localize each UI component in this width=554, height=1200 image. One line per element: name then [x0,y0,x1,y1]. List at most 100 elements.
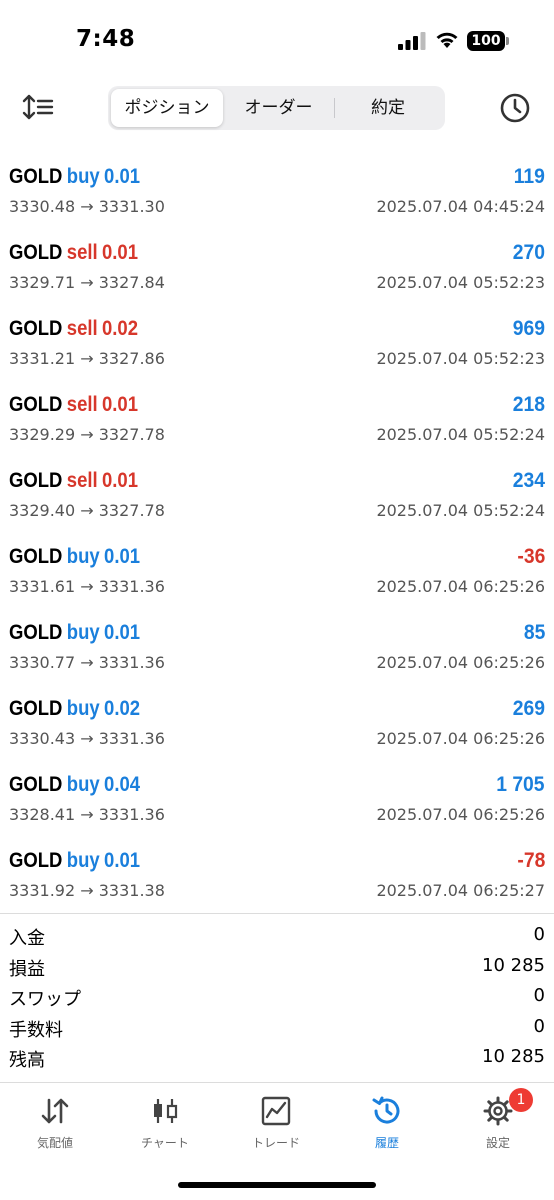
tab-quotes[interactable]: 気配値 [0,1095,110,1159]
deal-row[interactable]: GOLD buy 0.04 1 705 3328.41 → 3331.36 2025.07… [0,748,554,824]
battery-tip [506,37,509,45]
deal-title: GOLD buy 0.01 [9,165,140,189]
deal-symbol: GOLD [9,773,63,796]
summary-value: 0 [533,1015,545,1037]
deal-time: 2025.07.04 06:25:26 [376,577,545,596]
clock-icon[interactable] [498,91,532,125]
deal-prices: 3331.92 → 3331.38 [9,881,165,900]
deal-row[interactable]: GOLD buy 0.01 85 3330.77 → 3331.36 2025.07.04… [0,596,554,672]
deal-time: 2025.07.04 06:25:27 [376,881,545,900]
deal-row[interactable]: GOLD buy 0.01 -36 3331.61 → 3331.36 2025.07.0… [0,520,554,596]
deal-row[interactable]: GOLD sell 0.02 969 3331.21 → 3327.86 2025.07.… [0,292,554,368]
signal-icon [398,32,426,50]
quotes-icon [41,1098,69,1124]
tab-history[interactable]: 履歴 [332,1095,442,1159]
deal-side: sell [66,393,98,416]
deal-side: buy [66,849,100,872]
deal-row[interactable]: GOLD sell 0.01 218 3329.29 → 3327.78 2025.07.… [0,368,554,444]
deal-prices: 3330.48 → 3331.30 [9,197,165,216]
deal-side: buy [66,773,100,796]
summary-row: スワップ 0 [0,975,554,1010]
deal-prices: 3328.41 → 3331.36 [9,805,165,824]
deal-symbol: GOLD [9,621,63,644]
deal-profit: 1 705 [496,773,545,796]
deals-list: GOLD buy 0.01 119 3330.48 → 3331.30 2025.07.0… [0,140,554,900]
deal-row[interactable]: GOLD buy 0.01 119 3330.48 → 3331.30 2025.07.0… [0,140,554,216]
deal-profit: 270 [512,241,545,264]
deal-row[interactable]: GOLD buy 0.02 269 3330.43 → 3331.36 2025.07.0… [0,672,554,748]
deal-symbol: GOLD [9,317,63,340]
deal-side: buy [66,621,100,644]
deal-symbol: GOLD [9,165,63,188]
deal-side: buy [66,545,100,568]
deal-symbol: GOLD [9,469,63,492]
history-icon [372,1096,400,1124]
deal-side: buy [66,165,100,188]
tab-orders[interactable]: オーダー [223,89,334,127]
deal-volume: 0.01 [104,621,141,644]
deal-profit: 969 [512,317,545,340]
deal-profit: 218 [512,393,545,416]
summary-value: 10 285 [482,954,545,976]
deal-side: sell [66,241,98,264]
deal-title: GOLD buy 0.01 [9,545,140,569]
segmented-control: ポジション オーダー 約定 [108,86,445,130]
tab-label-quotes: 気配値 [36,1136,73,1150]
deal-volume: 0.01 [104,545,141,568]
deal-profit: 85 [523,621,545,644]
deal-time: 2025.07.04 05:52:23 [376,349,545,368]
deal-row[interactable]: GOLD sell 0.01 234 3329.40 → 3327.78 2025.07.… [0,444,554,520]
tab-trade[interactable]: トレード [221,1095,331,1159]
deal-row[interactable]: GOLD sell 0.01 270 3329.71 → 3327.84 2025.07.… [0,216,554,292]
deal-volume: 0.01 [104,849,141,872]
notification-badge: 1 [509,1088,533,1112]
deal-profit: -36 [517,545,545,568]
deal-title: GOLD buy 0.02 [9,697,140,721]
deal-title: GOLD buy 0.01 [9,849,140,873]
deal-symbol: GOLD [9,241,63,264]
deal-title: GOLD sell 0.01 [9,393,138,417]
trade-icon [261,1096,291,1126]
home-indicator [178,1182,376,1188]
deal-title: GOLD sell 0.02 [9,317,138,341]
tab-positions[interactable]: ポジション [111,89,223,127]
tab-chart[interactable]: チャート [110,1095,220,1159]
summary-value: 0 [533,985,545,1006]
tab-label-chart: チャート [141,1136,189,1150]
deal-title: GOLD buy 0.01 [9,621,140,645]
tab-label-history: 履歴 [374,1136,399,1150]
deal-title: GOLD sell 0.01 [9,241,138,265]
deal-title: GOLD sell 0.01 [9,469,138,493]
wifi-icon [436,32,458,48]
status-bar: 7:48 100 [0,0,554,80]
tab-settings[interactable]: 設定 [443,1095,553,1159]
deal-symbol: GOLD [9,545,63,568]
chart-icon [154,1099,178,1123]
deal-profit: 269 [512,697,545,720]
sort-icon[interactable] [22,92,56,122]
deal-prices: 3330.77 → 3331.36 [9,653,165,672]
tab-label-settings: 設定 [485,1136,510,1150]
deal-prices: 3329.71 → 3327.84 [9,273,165,292]
deal-profit: 119 [513,165,545,188]
deal-volume: 0.01 [102,469,138,492]
deal-time: 2025.07.04 05:52:24 [376,425,545,444]
deal-profit: -78 [517,849,545,872]
battery-icon: 100 [467,31,505,51]
deal-volume: 0.02 [104,697,141,720]
deal-time: 2025.07.04 06:25:26 [376,805,545,824]
deal-prices: 3329.40 → 3327.78 [9,501,165,520]
summary-row: 手数料 0 [0,1006,554,1041]
deal-prices: 3331.21 → 3327.86 [9,349,165,368]
deal-row[interactable]: GOLD buy 0.01 -78 3331.92 → 3331.38 2025.07.0… [0,824,554,900]
tab-deals[interactable]: 約定 [334,89,442,127]
deal-symbol: GOLD [9,393,63,416]
deal-prices: 3330.43 → 3331.36 [9,729,165,748]
deal-time: 2025.07.04 05:52:23 [376,273,545,292]
deal-time: 2025.07.04 05:52:24 [376,501,545,520]
deal-symbol: GOLD [9,697,63,720]
summary-row: 入金 0 [0,914,554,949]
deal-prices: 3331.61 → 3331.36 [9,577,165,596]
status-time: 7:48 [76,26,136,52]
toolbar: ポジション オーダー 約定 [0,80,554,136]
